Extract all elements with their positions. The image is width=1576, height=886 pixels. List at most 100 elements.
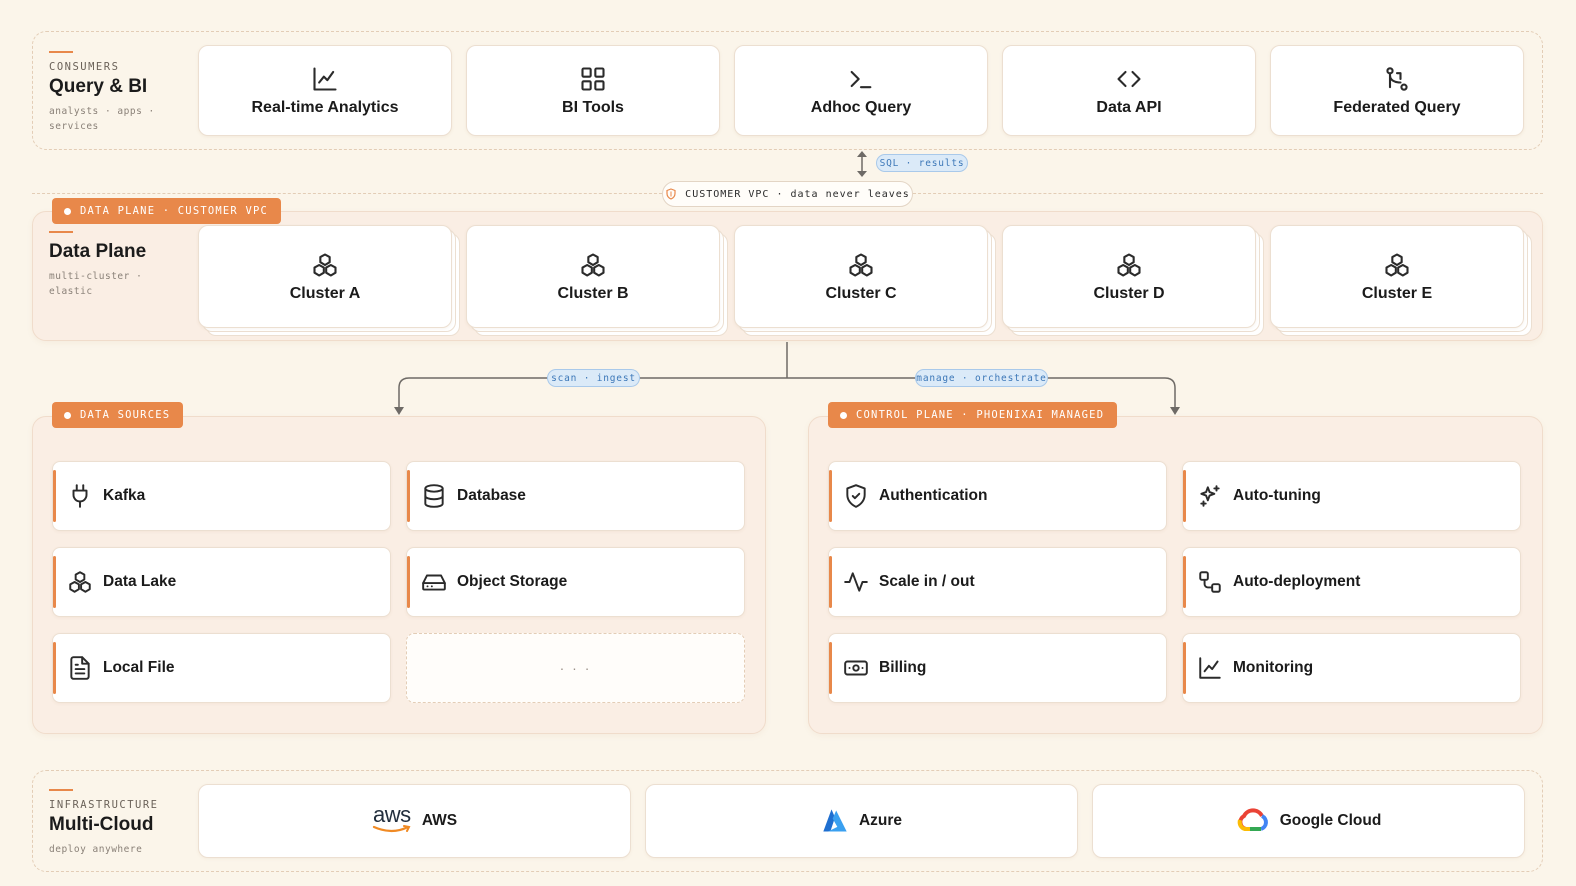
sql-results-pill: SQL · results — [876, 154, 968, 172]
infrastructure-subtitle: deploy anywhere — [49, 844, 143, 855]
data-plane-tag: DATA PLANE · CUSTOMER VPC — [52, 198, 282, 224]
source-card-kafka[interactable]: Kafka — [52, 461, 391, 531]
boxes-icon — [313, 252, 337, 277]
section-accent-bar — [49, 51, 73, 53]
cloud-label: AWS — [421, 812, 458, 829]
consumer-card-data-api[interactable]: Data API — [1002, 45, 1256, 136]
cluster-label: Cluster C — [825, 284, 897, 302]
section-accent-bar — [49, 789, 73, 791]
consumer-card-adhoc-query[interactable]: Adhoc Query — [734, 45, 988, 136]
consumer-card-label: BI Tools — [562, 98, 624, 116]
boxes-icon — [1385, 252, 1409, 277]
infrastructure-label: INFRASTRUCTURE Multi-Cloud deploy anywhe… — [49, 789, 189, 857]
source-label: Database — [457, 487, 526, 504]
cluster-card-c[interactable]: Cluster C — [734, 225, 988, 328]
connector-consumers-dataplane — [857, 151, 867, 177]
git-merge-icon — [1386, 66, 1408, 91]
aws-smile-icon — [372, 825, 411, 833]
sparkles-icon — [1200, 485, 1220, 507]
infrastructure-eyebrow: INFRASTRUCTURE — [49, 799, 159, 811]
accent-bar — [53, 556, 56, 608]
aws-logo-text: aws — [373, 802, 411, 827]
customer-vpc-badge: CUSTOMER VPC · data never leaves — [662, 181, 913, 207]
shield-icon — [666, 188, 676, 200]
consumer-card-label: Real-time Analytics — [251, 98, 399, 116]
boxes-icon — [69, 571, 91, 593]
google-cloud-logo — [1237, 808, 1268, 831]
consumers-eyebrow: CONSUMERS — [49, 61, 120, 73]
workflow-icon — [1199, 571, 1221, 593]
tag-dot — [64, 411, 71, 419]
cloud-label: Google Cloud — [1279, 812, 1382, 829]
control-card-auto-deployment[interactable]: Auto-deployment — [1182, 547, 1521, 617]
boxes-icon — [581, 252, 605, 277]
source-card-object-storage[interactable]: Object Storage — [406, 547, 745, 617]
line-chart-icon — [1199, 657, 1221, 679]
cloud-card-google-cloud[interactable]: Google Cloud — [1092, 784, 1525, 858]
consumers-title: Query & BI — [49, 76, 148, 97]
manage-orchestrate-pill: manage · orchestrate — [915, 369, 1048, 387]
customer-vpc-text: CUSTOMER VPC · data never leaves — [685, 188, 910, 200]
code-icon — [1117, 70, 1141, 87]
control-label: Monitoring — [1233, 659, 1314, 676]
consumer-card-label: Adhoc Query — [810, 98, 912, 116]
source-card-more[interactable]: · · · — [406, 633, 745, 703]
file-text-icon — [70, 656, 90, 680]
data-plane-title: Data Plane — [49, 241, 147, 262]
cluster-label: Cluster A — [289, 284, 361, 302]
accent-bar — [53, 642, 56, 694]
accent-bar — [1183, 556, 1186, 608]
cluster-card-b[interactable]: Cluster B — [466, 225, 720, 328]
section-accent-bar — [49, 231, 73, 233]
cloud-card-aws[interactable]: aws AWS — [198, 784, 631, 858]
control-card-authentication[interactable]: Authentication — [828, 461, 1167, 531]
control-card-scale[interactable]: Scale in / out — [828, 547, 1167, 617]
source-card-data-lake[interactable]: Data Lake — [52, 547, 391, 617]
source-label: Data Lake — [103, 573, 177, 590]
data-sources-tag: DATA SOURCES — [52, 402, 184, 428]
data-plane-label: Data Plane multi-cluster · elastic — [49, 231, 189, 299]
consumer-card-bi-tools[interactable]: BI Tools — [466, 45, 720, 136]
source-label: Kafka — [103, 487, 146, 504]
control-card-auto-tuning[interactable]: Auto-tuning — [1182, 461, 1521, 531]
data-sources-tag-text: DATA SOURCES — [80, 409, 171, 421]
control-card-monitoring[interactable]: Monitoring — [1182, 633, 1521, 703]
cloud-label: Azure — [858, 812, 903, 829]
consumer-card-label: Data API — [1096, 98, 1162, 116]
aws-logo: aws — [372, 802, 412, 833]
accent-bar — [407, 556, 410, 608]
consumer-card-federated-query[interactable]: Federated Query — [1270, 45, 1524, 136]
control-card-billing[interactable]: Billing — [828, 633, 1167, 703]
tag-dot — [64, 207, 71, 215]
terminal-icon — [850, 70, 872, 88]
line-chart-icon — [313, 66, 337, 91]
accent-bar — [1183, 470, 1186, 522]
grid-icon — [581, 66, 605, 91]
accent-bar — [829, 642, 832, 694]
accent-bar — [829, 556, 832, 608]
consumer-card-label: Federated Query — [1333, 98, 1461, 116]
control-plane-tag-text: CONTROL PLANE · PHOENIXAI MANAGED — [856, 409, 1105, 421]
banknote-icon — [844, 660, 868, 676]
data-plane-subtitle: multi-cluster · elastic — [49, 271, 143, 297]
infrastructure-title: Multi-Cloud — [49, 814, 154, 835]
cluster-card-d[interactable]: Cluster D — [1002, 225, 1256, 328]
control-label: Billing — [879, 659, 927, 676]
scan-ingest-pill: scan · ingest — [547, 369, 640, 387]
consumer-card-realtime-analytics[interactable]: Real-time Analytics — [198, 45, 452, 136]
cloud-card-azure[interactable]: Azure — [645, 784, 1078, 858]
accent-bar — [407, 470, 410, 522]
control-plane-tag: CONTROL PLANE · PHOENIXAI MANAGED — [828, 402, 1118, 428]
boxes-icon — [849, 252, 873, 277]
more-placeholder: · · · — [559, 660, 592, 676]
accent-bar — [1183, 642, 1186, 694]
consumers-subtitle: analysts · apps · services — [49, 106, 155, 132]
cluster-label: Cluster B — [557, 284, 629, 302]
shield-check-icon — [846, 484, 866, 508]
cluster-card-a[interactable]: Cluster A — [198, 225, 452, 328]
database-icon — [424, 484, 444, 508]
cluster-card-e[interactable]: Cluster E — [1270, 225, 1524, 328]
source-card-database[interactable]: Database — [406, 461, 745, 531]
cluster-label: Cluster E — [1361, 284, 1433, 302]
source-card-local-file[interactable]: Local File — [52, 633, 391, 703]
